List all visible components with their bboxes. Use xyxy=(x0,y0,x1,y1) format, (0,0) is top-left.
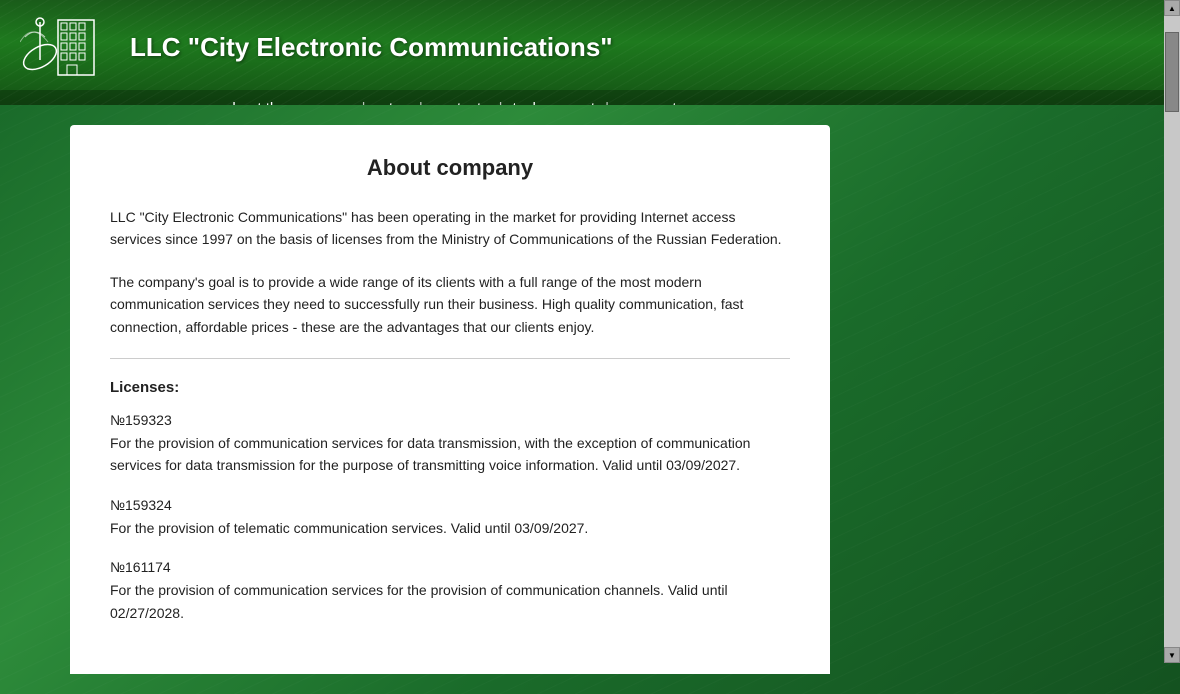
content-card: About company LLC "City Electronic Commu… xyxy=(70,125,830,674)
navigation: about the company | rates | contacts | t… xyxy=(0,90,1180,105)
license-number-2: №159324 xyxy=(110,497,790,513)
intro-paragraph-2: The company's goal is to provide a wide … xyxy=(110,271,790,338)
section-divider xyxy=(110,358,790,359)
scrollbar[interactable]: ▲ ▼ xyxy=(1164,0,1180,663)
scrollbar-arrow-down[interactable]: ▼ xyxy=(1164,647,1180,663)
page-title: About company xyxy=(110,155,790,181)
license-desc-1: For the provision of communication servi… xyxy=(110,432,790,477)
intro-paragraph-1: LLC "City Electronic Communications" has… xyxy=(110,206,790,251)
license-number-3: №161174 xyxy=(110,559,790,575)
license-desc-2: For the provision of telematic communica… xyxy=(110,517,790,539)
company-logo-icon xyxy=(20,12,100,82)
header-top: LLC "City Electronic Communications" xyxy=(0,0,1180,90)
main-wrapper: About company LLC "City Electronic Commu… xyxy=(0,105,1180,694)
scrollbar-thumb[interactable] xyxy=(1165,32,1179,112)
company-title: LLC "City Electronic Communications" xyxy=(130,32,613,63)
licenses-heading: Licenses: xyxy=(110,379,790,396)
logo-container xyxy=(20,12,110,82)
license-number-1: №159323 xyxy=(110,412,790,428)
license-desc-3: For the provision of communication servi… xyxy=(110,579,790,624)
header: LLC "City Electronic Communications" abo… xyxy=(0,0,1180,105)
scrollbar-arrow-up[interactable]: ▲ xyxy=(1164,0,1180,16)
license-block-1: №159323 For the provision of communicati… xyxy=(110,412,790,477)
license-block-3: №161174 For the provision of communicati… xyxy=(110,559,790,624)
license-block-2: №159324 For the provision of telematic c… xyxy=(110,497,790,539)
